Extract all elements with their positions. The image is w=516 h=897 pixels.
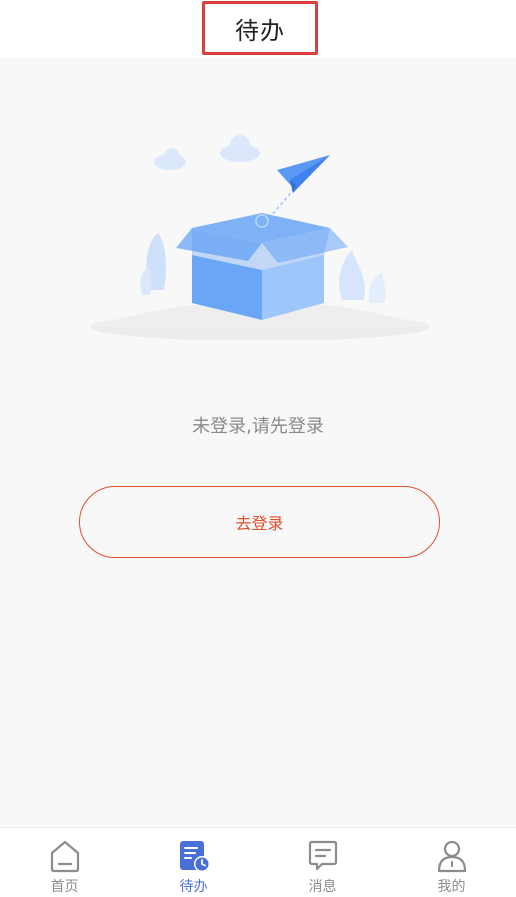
- todo-clock-icon: [179, 841, 210, 872]
- tab-messages[interactable]: 消息: [258, 828, 387, 897]
- tab-profile-label: 我的: [437, 879, 466, 895]
- tab-todo-label: 待办: [179, 879, 208, 895]
- top-header: 待办: [0, 0, 516, 58]
- box-icon: [176, 213, 348, 320]
- tab-home-label: 首页: [50, 879, 79, 895]
- login-button[interactable]: 去登录: [79, 486, 440, 558]
- tab-messages-label: 消息: [308, 879, 337, 895]
- page-title: 待办: [235, 16, 285, 45]
- tab-profile[interactable]: 我的: [387, 828, 516, 897]
- bottom-tab-bar: 首页 待办 消息 我的: [0, 827, 516, 897]
- home-icon: [50, 840, 79, 873]
- tab-todo[interactable]: 待办: [129, 828, 258, 897]
- plant-right: [339, 250, 365, 300]
- user-icon: [437, 840, 466, 873]
- tab-home[interactable]: 首页: [0, 828, 129, 897]
- page-title-box: 待办: [202, 1, 318, 55]
- not-logged-in-message: 未登录,请先登录: [192, 416, 324, 437]
- message-icon: [308, 840, 337, 871]
- cloud-right: [220, 135, 260, 162]
- empty-box-illustration: [90, 135, 430, 340]
- login-button-label: 去登录: [235, 514, 284, 533]
- paper-plane-icon: [277, 155, 330, 193]
- todo-screen: 待办 未登录,请先登录 去登录 首页 待办 消息 我的: [0, 0, 516, 897]
- cloud-left: [154, 148, 186, 170]
